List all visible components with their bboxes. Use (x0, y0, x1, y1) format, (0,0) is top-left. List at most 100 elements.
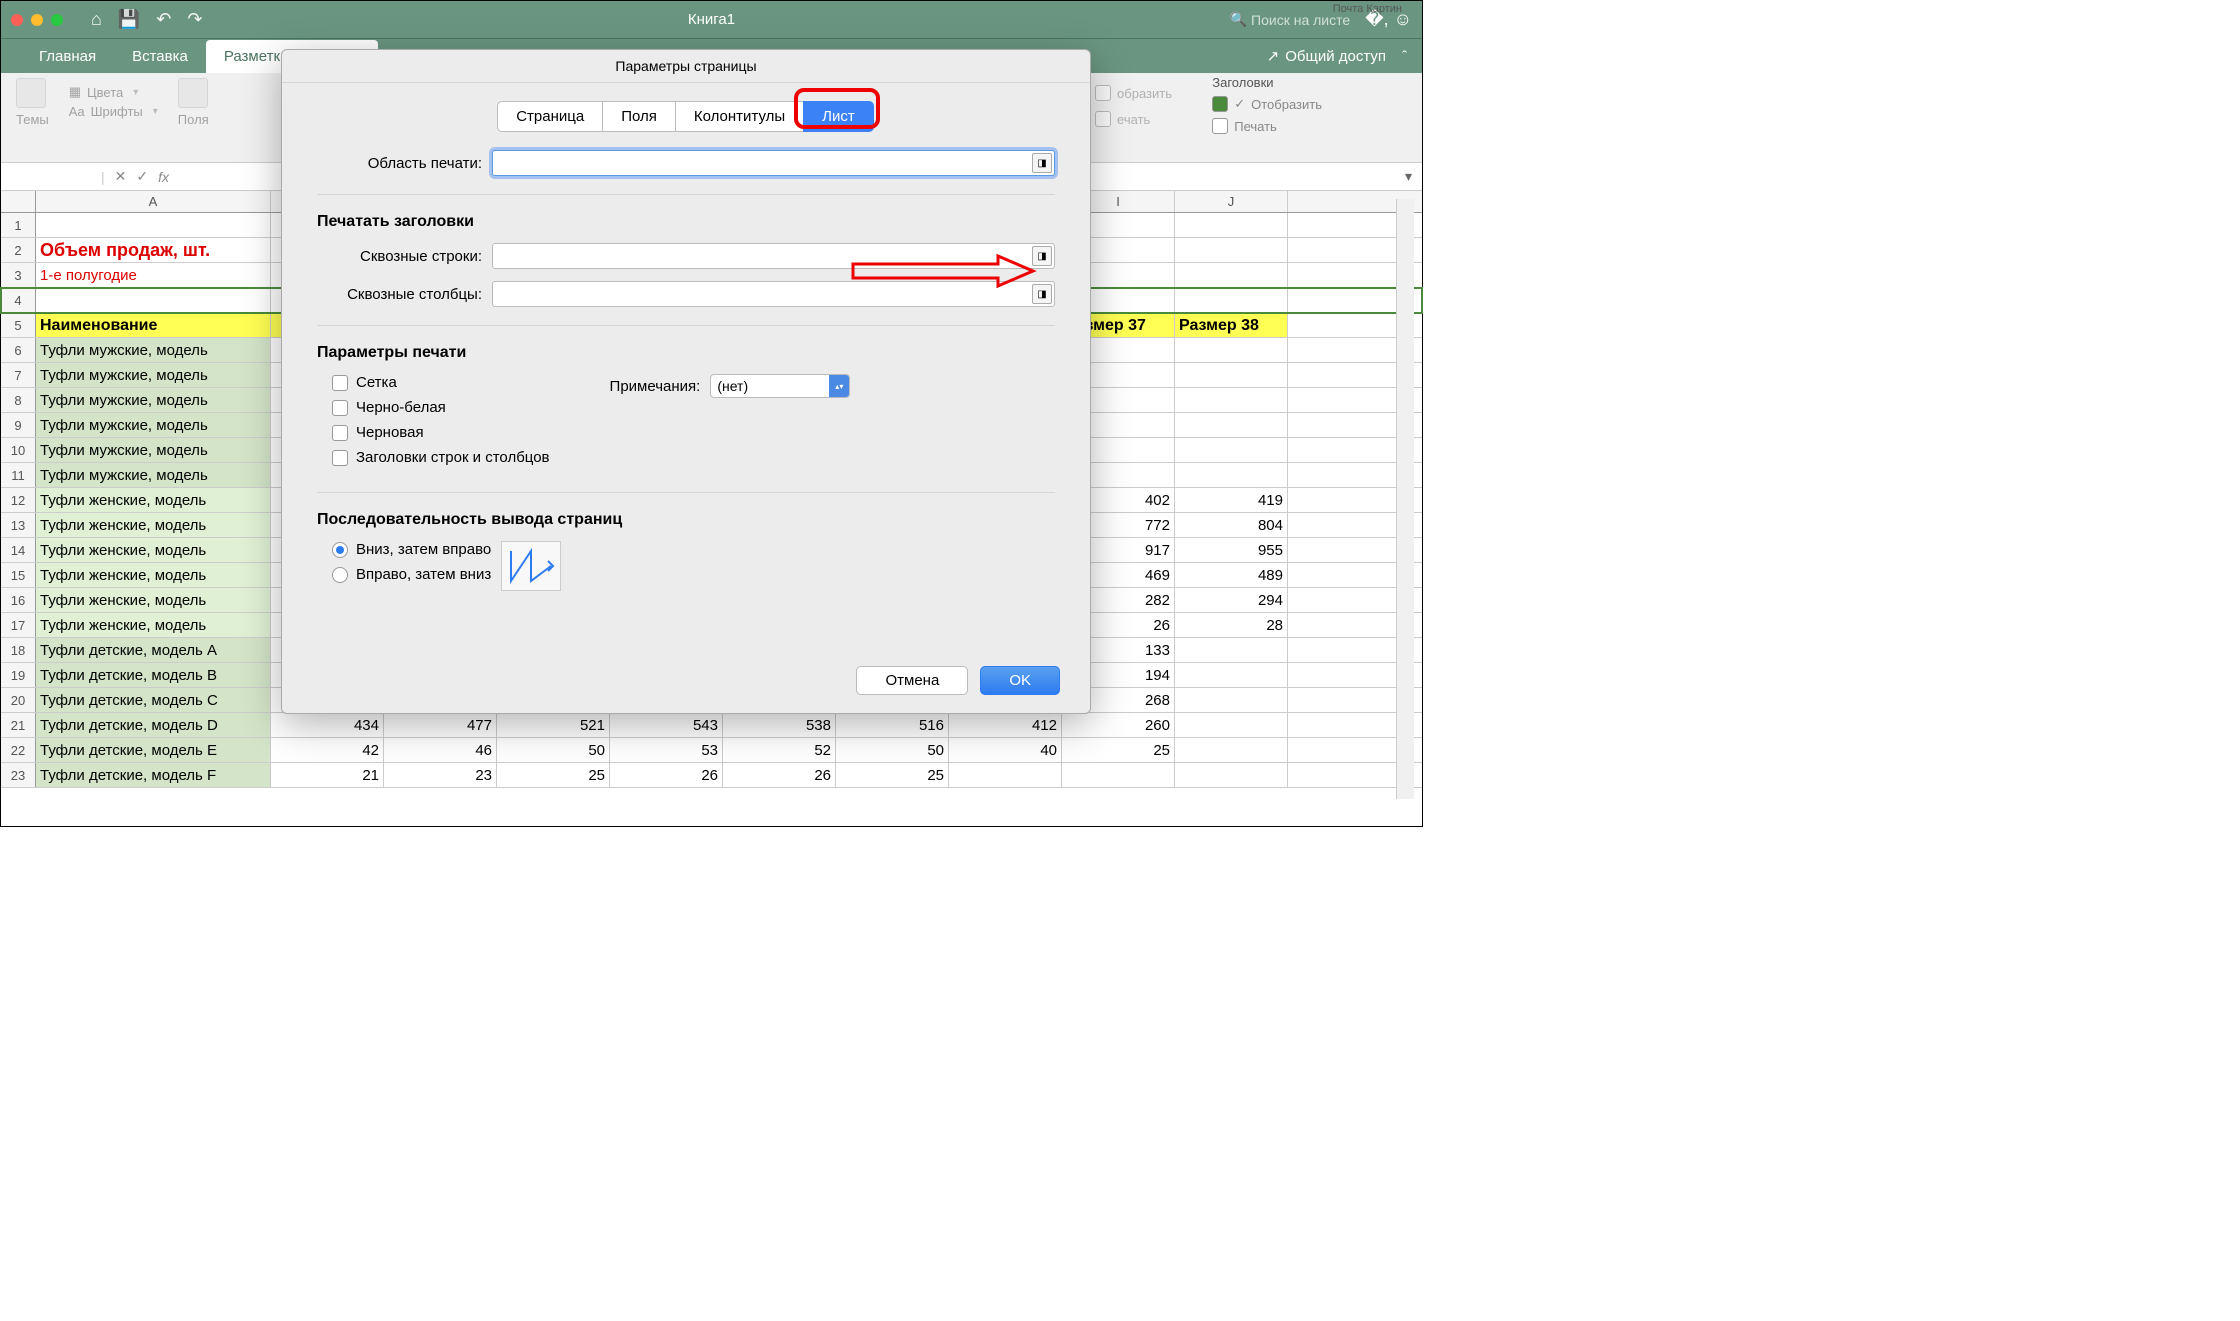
rc-headings-cb[interactable]: Заголовки строк и столбцов (332, 449, 550, 466)
row-header[interactable]: 22 (1, 738, 36, 762)
row-header[interactable]: 7 (1, 363, 36, 387)
cell[interactable]: Туфли детские, модель E (36, 738, 271, 762)
cell[interactable]: 21 (271, 763, 384, 787)
expand-formula-icon[interactable]: ▾ (1405, 168, 1412, 185)
accept-formula-icon[interactable]: ✓ (136, 168, 148, 185)
cell[interactable]: Туфли детские, модель B (36, 663, 271, 687)
row-header[interactable]: 15 (1, 563, 36, 587)
range-select-cols-icon[interactable]: ◨ (1032, 284, 1052, 304)
cell[interactable]: Наименование (36, 313, 271, 337)
ok-button[interactable]: OK (980, 666, 1060, 695)
row-header[interactable]: 17 (1, 613, 36, 637)
show-headings-cb[interactable]: ✓ Отобразить (1212, 96, 1322, 112)
tab-page[interactable]: Страница (497, 101, 603, 132)
cell[interactable] (1175, 663, 1288, 687)
cell[interactable]: 516 (836, 713, 949, 737)
cell[interactable] (36, 213, 271, 237)
tab-header-footer[interactable]: Колонтитулы (675, 101, 804, 132)
cell[interactable]: 52 (723, 738, 836, 762)
down-then-over-radio[interactable]: Вниз, затем вправо (332, 541, 491, 558)
row-header[interactable]: 20 (1, 688, 36, 712)
fonts-button[interactable]: Aa Шрифты▾ (69, 104, 158, 119)
cell[interactable]: Туфли детские, модель D (36, 713, 271, 737)
cell[interactable]: Туфли детские, модель C (36, 688, 271, 712)
row-header[interactable]: 10 (1, 438, 36, 462)
row-header[interactable]: 8 (1, 388, 36, 412)
print-headings-cb[interactable]: Печать (1212, 118, 1322, 134)
col-J[interactable]: J (1175, 191, 1288, 212)
save-icon[interactable]: 💾 (118, 9, 140, 30)
row-header[interactable]: 3 (1, 263, 36, 287)
tab-home[interactable]: Главная (21, 40, 114, 73)
tab-sheet[interactable]: Лист (803, 101, 874, 132)
cell[interactable]: 260 (1062, 713, 1175, 737)
row-header[interactable]: 14 (1, 538, 36, 562)
cell[interactable]: Туфли мужские, модель (36, 463, 271, 487)
tab-margins[interactable]: Поля (602, 101, 676, 132)
row-header[interactable]: 2 (1, 238, 36, 262)
cell[interactable]: 26 (723, 763, 836, 787)
cell[interactable] (1175, 738, 1288, 762)
cell[interactable] (1175, 363, 1288, 387)
cell[interactable] (949, 763, 1062, 787)
gridlines-cb[interactable]: Сетка (332, 374, 550, 391)
col-A[interactable]: A (36, 191, 271, 212)
cell[interactable]: 25 (836, 763, 949, 787)
cell[interactable]: 804 (1175, 513, 1288, 537)
cell[interactable]: Туфли мужские, модель (36, 388, 271, 412)
cell[interactable]: 434 (271, 713, 384, 737)
cancel-formula-icon[interactable]: ✕ (115, 168, 127, 185)
cell[interactable] (1175, 338, 1288, 362)
cell[interactable]: Туфли женские, модель (36, 588, 271, 612)
cell[interactable]: 25 (497, 763, 610, 787)
redo-icon[interactable]: ↷ (187, 9, 202, 30)
cell[interactable] (1175, 463, 1288, 487)
cell[interactable]: 412 (949, 713, 1062, 737)
cell[interactable]: 538 (723, 713, 836, 737)
print-area-input[interactable]: ◨ (492, 150, 1055, 176)
cols-repeat-input[interactable]: ◨ (492, 281, 1055, 307)
close-icon[interactable] (11, 14, 23, 26)
cell[interactable]: 42 (271, 738, 384, 762)
cell[interactable] (1062, 763, 1175, 787)
fx-icon[interactable]: fx (158, 169, 169, 185)
row-header[interactable]: 23 (1, 763, 36, 787)
cell[interactable]: 489 (1175, 563, 1288, 587)
range-select-rows-icon[interactable]: ◨ (1032, 246, 1052, 266)
cell[interactable]: 955 (1175, 538, 1288, 562)
cell[interactable]: 543 (610, 713, 723, 737)
cell[interactable]: 23 (384, 763, 497, 787)
themes-button[interactable] (16, 78, 49, 108)
row-header[interactable]: 16 (1, 588, 36, 612)
cell[interactable]: Туфли мужские, модель (36, 338, 271, 362)
cell[interactable]: 477 (384, 713, 497, 737)
cancel-button[interactable]: Отмена (856, 666, 968, 695)
row-header[interactable]: 18 (1, 638, 36, 662)
over-then-down-radio[interactable]: Вправо, затем вниз (332, 566, 491, 583)
cell[interactable]: 294 (1175, 588, 1288, 612)
scrollbar-vertical[interactable] (1396, 199, 1414, 799)
cell[interactable]: Туфли мужские, модель (36, 363, 271, 387)
comments-select[interactable]: (нет)▴▾ (710, 374, 850, 398)
cell[interactable] (1175, 763, 1288, 787)
cell[interactable]: 50 (497, 738, 610, 762)
draft-cb[interactable]: Черновая (332, 424, 550, 441)
cell[interactable]: Туфли мужские, модель (36, 438, 271, 462)
cell[interactable]: 1-е полугодие (36, 263, 271, 287)
cell[interactable] (1175, 438, 1288, 462)
cell[interactable]: 419 (1175, 488, 1288, 512)
row-header[interactable]: 4 (1, 288, 36, 312)
rows-repeat-input[interactable]: ◨ (492, 243, 1055, 269)
cell[interactable] (1175, 688, 1288, 712)
cell[interactable] (1175, 713, 1288, 737)
show-partial-cb[interactable]: образить (1095, 85, 1172, 101)
maximize-icon[interactable] (51, 14, 63, 26)
colors-button[interactable]: ▦ Цвета▾ (69, 84, 158, 100)
cell[interactable]: 46 (384, 738, 497, 762)
range-select-icon[interactable]: ◨ (1032, 153, 1052, 173)
row-header[interactable]: 1 (1, 213, 36, 237)
cell[interactable] (1175, 413, 1288, 437)
home-icon[interactable]: ⌂ (91, 9, 102, 30)
cell[interactable]: Туфли женские, модель (36, 513, 271, 537)
margins-button[interactable] (178, 78, 209, 108)
